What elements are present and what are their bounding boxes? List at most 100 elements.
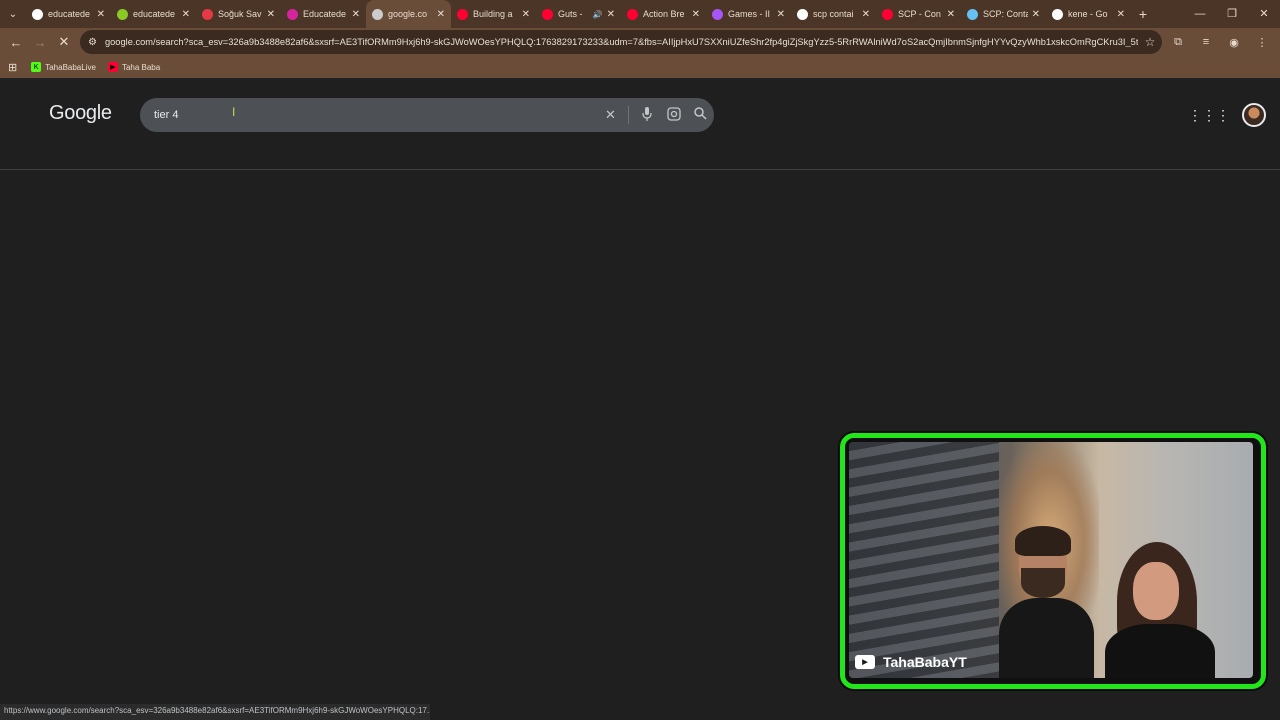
close-window-icon[interactable]: ✕ <box>1248 0 1280 28</box>
webcam-video <box>849 442 1253 678</box>
google-icon <box>797 8 808 20</box>
apps-icon[interactable]: ⊞ <box>8 61 17 74</box>
youtube-icon <box>542 8 553 20</box>
tab-title: Soğuk Sav <box>218 9 262 19</box>
window-controls: — ❐ ✕ <box>1184 0 1280 28</box>
close-tab-icon[interactable]: ✕ <box>352 9 360 20</box>
instagram-icon <box>287 8 298 20</box>
audio-playing-icon[interactable]: 🔊 <box>593 10 603 19</box>
close-tab-icon[interactable]: ✕ <box>777 9 785 20</box>
tab-title: google.co <box>388 9 428 19</box>
tab-8[interactable]: Games - II ✕ <box>706 0 791 28</box>
steam-icon <box>967 8 978 20</box>
tab-1[interactable]: educatede ✕ <box>111 0 196 28</box>
tab-10[interactable]: SCP - Con ✕ <box>876 0 961 28</box>
search-box[interactable]: tier 4 ✕ <box>140 98 714 132</box>
google-apps-icon[interactable]: ⋮⋮⋮ <box>1188 107 1230 124</box>
lens-icon[interactable] <box>660 106 687 124</box>
google-lens-icon <box>372 8 383 20</box>
tab-title: Building a <box>473 9 513 19</box>
minimize-icon[interactable]: — <box>1184 0 1216 28</box>
close-tab-icon[interactable]: ✕ <box>692 9 700 20</box>
tab-title: educatede <box>48 9 91 19</box>
tab-strip: ⌄ educatede ✕ educatede ✕ Soğuk Sav ✕ Educated… <box>0 0 1280 28</box>
tab-0[interactable]: educatede ✕ <box>26 0 111 28</box>
youtube-icon <box>457 8 468 20</box>
youtube-icon <box>882 8 893 20</box>
drop-icon <box>117 8 128 20</box>
close-tab-icon[interactable]: ✕ <box>267 9 275 20</box>
bookmark-item[interactable]: ▶ Taha Baba <box>107 62 161 72</box>
bookmark-star-icon[interactable]: ☆ <box>1138 35 1162 49</box>
bookmarks-bar: ⊞ K TahaBabaLive ▶ Taha Baba <box>0 56 1280 78</box>
tab-title: scp contai <box>813 9 854 19</box>
avatar[interactable] <box>1242 103 1266 127</box>
header-right: ⋮⋮⋮ <box>1188 103 1266 127</box>
games-icon <box>712 8 723 20</box>
tab-search-button[interactable]: ⌄ <box>0 0 26 28</box>
webcam-overlay: ▶ TahaBabaYT <box>840 433 1266 689</box>
site-info-icon[interactable]: ⚙ <box>88 37 97 48</box>
tab-title: Action Bre <box>643 9 685 19</box>
close-tab-icon[interactable]: ✕ <box>607 9 615 20</box>
search-input[interactable]: tier 4 <box>154 109 597 121</box>
tab-6[interactable]: Guts - 🔊 ✕ <box>536 0 621 28</box>
back-icon[interactable]: ← <box>4 35 28 50</box>
close-tab-icon[interactable]: ✕ <box>182 9 190 20</box>
browser-toolbar: ← → ✕ ⚙ google.com/search?sca_esv=326a9b… <box>0 28 1280 56</box>
voice-search-icon[interactable] <box>633 106 660 124</box>
kick-icon: K <box>31 62 42 72</box>
close-tab-icon[interactable]: ✕ <box>1032 9 1040 20</box>
tab-title: SCP: Conta <box>983 9 1028 19</box>
search-divider <box>628 106 629 124</box>
close-tab-icon[interactable]: ✕ <box>1117 9 1125 20</box>
search-icon[interactable] <box>687 107 714 123</box>
address-bar[interactable]: ⚙ google.com/search?sca_esv=326a9b3488e8… <box>80 30 1162 54</box>
tab-title: SCP - Con <box>898 9 941 19</box>
bookmark-item[interactable]: K TahaBabaLive <box>31 62 96 72</box>
bookmark-label: Taha Baba <box>121 62 161 72</box>
channel-label: ▶ TahaBabaYT <box>855 654 967 670</box>
streamer-male <box>999 526 1094 678</box>
close-tab-icon[interactable]: ✕ <box>947 9 955 20</box>
channel-name: TahaBabaYT <box>883 654 967 670</box>
tab-5[interactable]: Building a ✕ <box>451 0 536 28</box>
text-cursor-icon: I <box>232 105 236 119</box>
tab-title: educatede <box>133 9 176 19</box>
close-tab-icon[interactable]: ✕ <box>522 9 530 20</box>
youtube-icon: ▶ <box>107 62 118 72</box>
tab-12[interactable]: kene - Go ✕ <box>1046 0 1131 28</box>
menu-icon[interactable]: ⋮ <box>1248 36 1276 49</box>
clear-icon[interactable]: ✕ <box>597 107 624 123</box>
tab-title: Educatede <box>303 9 347 19</box>
close-tab-icon[interactable]: ✕ <box>862 9 870 20</box>
google-icon <box>32 8 43 20</box>
bookmark-label: TahaBabaLive <box>45 62 96 72</box>
tab-11[interactable]: SCP: Conta ✕ <box>961 0 1046 28</box>
header-divider <box>0 169 1280 170</box>
bookmark-list: K TahaBabaLive ▶ Taha Baba <box>31 62 172 72</box>
google-logo[interactable]: Google <box>49 102 112 125</box>
restore-icon[interactable]: ❐ <box>1216 0 1248 28</box>
tab-7[interactable]: Action Bre ✕ <box>621 0 706 28</box>
tab-title: kene - Go <box>1068 9 1108 19</box>
tab-9[interactable]: scp contai ✕ <box>791 0 876 28</box>
tab-3[interactable]: Educatede ✕ <box>281 0 366 28</box>
google-icon <box>1052 8 1063 20</box>
tab-2[interactable]: Soğuk Sav ✕ <box>196 0 281 28</box>
media-controls-icon[interactable]: ≡ <box>1192 36 1220 48</box>
profile-icon[interactable]: ◉ <box>1220 36 1248 49</box>
stop-loading-icon[interactable]: ✕ <box>52 34 76 50</box>
close-tab-icon[interactable]: ✕ <box>437 9 445 20</box>
extensions-icon[interactable]: ⧉ <box>1164 36 1192 49</box>
address-url[interactable]: google.com/search?sca_esv=326a9b3488e82a… <box>105 37 1138 47</box>
new-tab-button[interactable]: + <box>1131 6 1155 22</box>
youtube-icon <box>627 8 638 20</box>
streamer-female <box>1099 542 1219 678</box>
tab-list: educatede ✕ educatede ✕ Soğuk Sav ✕ Educatede ✕… <box>26 0 1131 28</box>
tab-title: Games - II <box>728 9 771 19</box>
forward-icon[interactable]: → <box>28 35 52 50</box>
flag-icon <box>202 8 213 20</box>
tab-4[interactable]: google.co ✕ <box>366 0 451 28</box>
close-tab-icon[interactable]: ✕ <box>97 9 105 20</box>
